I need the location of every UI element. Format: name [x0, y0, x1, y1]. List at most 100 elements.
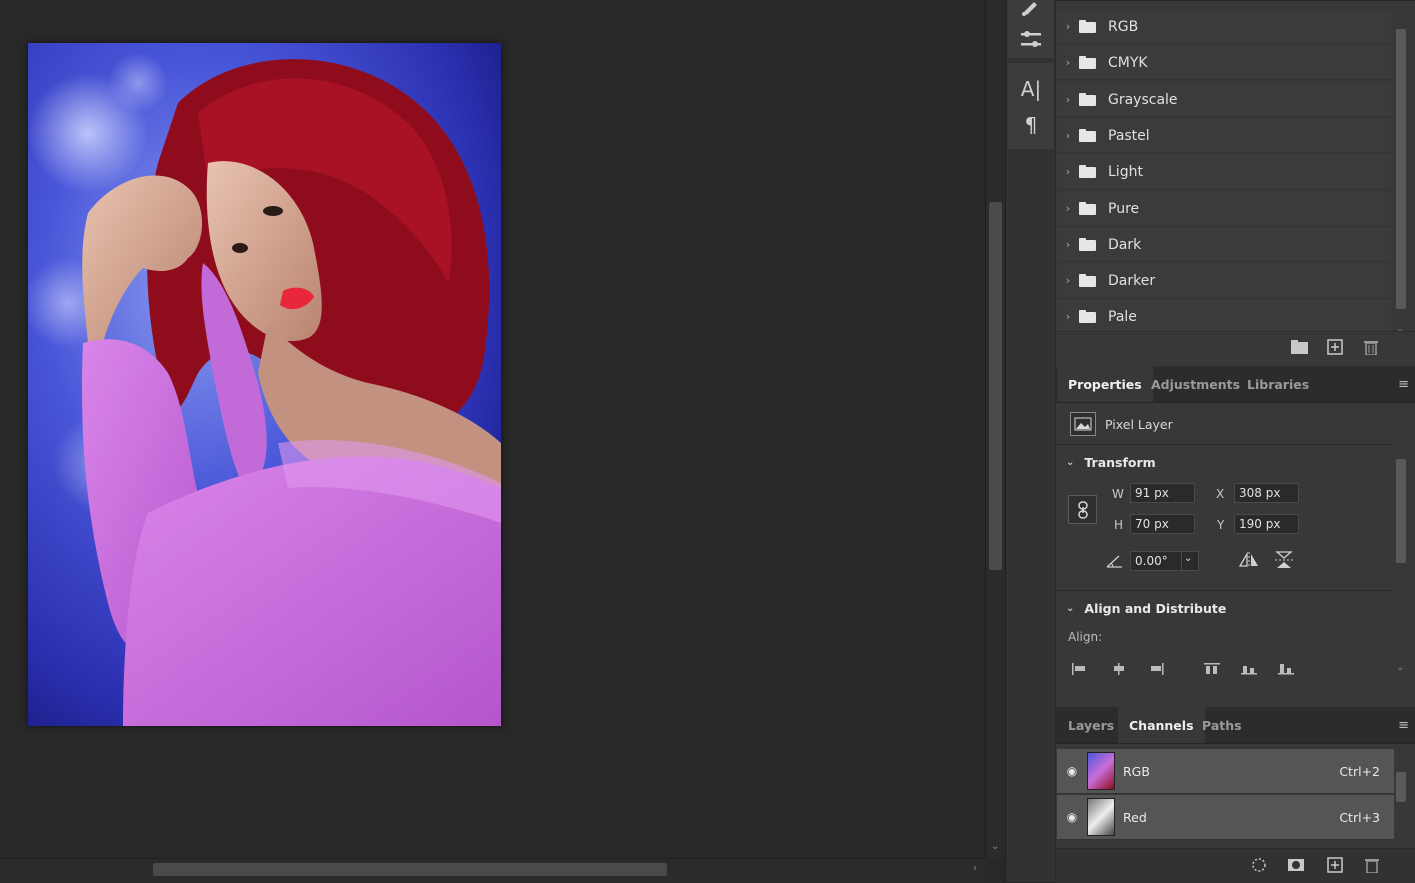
- folder-icon: [1079, 202, 1096, 215]
- swatch-group-row[interactable]: › Grayscale: [1057, 83, 1391, 117]
- swatch-group-label: Light: [1108, 163, 1143, 180]
- align-left-edges-icon[interactable]: [1072, 660, 1086, 679]
- link-dimensions-button[interactable]: [1068, 495, 1097, 524]
- vertical-scroll-thumb[interactable]: [989, 202, 1002, 570]
- flip-horizontal-icon[interactable]: [1238, 551, 1260, 572]
- tool-group-1: [1008, 0, 1054, 58]
- swatch-group-row[interactable]: › CMYK: [1057, 46, 1391, 80]
- swatches-footer: [1056, 331, 1415, 367]
- chevron-right-icon[interactable]: ›: [1057, 20, 1079, 33]
- new-group-folder-icon[interactable]: [1291, 340, 1308, 358]
- angle-field[interactable]: 0.00°: [1130, 551, 1182, 571]
- height-field[interactable]: 70 px: [1130, 514, 1195, 534]
- tab-libraries[interactable]: Libraries: [1236, 366, 1320, 402]
- visibility-eye-icon[interactable]: ◉: [1057, 810, 1087, 824]
- load-selection-icon[interactable]: [1251, 857, 1267, 877]
- flip-vertical-icon[interactable]: [1275, 550, 1293, 574]
- scroll-down-icon[interactable]: ⌄: [991, 841, 999, 852]
- delete-channel-icon[interactable]: [1365, 857, 1379, 877]
- swatch-group-row[interactable]: › Pastel: [1057, 119, 1391, 153]
- chevron-right-icon[interactable]: ›: [1057, 129, 1079, 142]
- paragraph-icon[interactable]: ¶: [1008, 109, 1054, 141]
- chevron-right-icon[interactable]: ›: [1057, 202, 1079, 215]
- properties-scroll-thumb[interactable]: [1396, 459, 1406, 563]
- y-position-field[interactable]: 190 px: [1234, 514, 1299, 534]
- align-right-edges-icon[interactable]: [1150, 660, 1164, 679]
- panel-tool-strip: A| ¶: [1005, 0, 1055, 882]
- angle-dropdown-icon[interactable]: ⌄: [1181, 551, 1199, 571]
- swatch-group-label: Pale: [1108, 308, 1137, 325]
- chevron-right-icon[interactable]: ›: [1057, 274, 1079, 287]
- brush-settings-icon[interactable]: [1008, 0, 1054, 24]
- align-horizontal-centers-icon[interactable]: [1112, 660, 1126, 679]
- chevron-right-icon[interactable]: ›: [1057, 238, 1079, 251]
- folder-icon: [1079, 56, 1096, 69]
- swatch-group-row[interactable]: › Pure: [1057, 192, 1391, 226]
- channels-scrollbar[interactable]: [1394, 752, 1408, 844]
- swatches-scroll-thumb[interactable]: [1396, 29, 1406, 309]
- scroll-right-icon[interactable]: ›: [973, 863, 977, 874]
- horizontal-scroll-thumb[interactable]: [153, 863, 667, 876]
- new-swatch-icon[interactable]: [1327, 339, 1343, 359]
- channel-shortcut: Ctrl+2: [1339, 763, 1380, 779]
- chevron-right-icon[interactable]: ›: [1057, 56, 1079, 69]
- pixel-layer-icon: [1070, 412, 1096, 436]
- vertical-scrollbar[interactable]: ⌄: [985, 0, 1005, 858]
- chevron-right-icon[interactable]: ›: [1057, 93, 1079, 106]
- swatch-group-row[interactable]: › Light: [1057, 155, 1391, 189]
- swatch-group-row[interactable]: › Darker: [1057, 264, 1391, 298]
- x-position-field[interactable]: 308 px: [1234, 483, 1299, 503]
- panel-menu-icon[interactable]: ≡: [1398, 377, 1409, 392]
- swatches-scrollbar[interactable]: ⌄: [1394, 11, 1408, 335]
- layer-kind-label: Pixel Layer: [1105, 417, 1173, 432]
- align-label: Align:: [1068, 630, 1103, 644]
- visibility-eye-icon[interactable]: ◉: [1057, 764, 1087, 778]
- tool-group-2: A| ¶: [1008, 63, 1054, 149]
- channel-row-rgb[interactable]: ◉ RGB Ctrl+2: [1057, 749, 1394, 794]
- width-field[interactable]: 91 px: [1130, 483, 1195, 503]
- swatches-panel: › RGB › CMYK › Grayscale › Pastel › Light › Pure › Da…: [1056, 0, 1415, 366]
- swatch-group-label: Pastel: [1108, 127, 1150, 144]
- channel-row-red[interactable]: ◉ Red Ctrl+3: [1057, 795, 1394, 840]
- channels-menu-icon[interactable]: ≡: [1398, 718, 1409, 733]
- channels-scroll-thumb[interactable]: [1396, 772, 1406, 802]
- tab-properties[interactable]: Properties: [1057, 366, 1153, 402]
- chain-link-icon: [1077, 500, 1088, 519]
- swatch-group-row[interactable]: › RGB: [1057, 10, 1391, 44]
- folder-icon: [1079, 93, 1096, 106]
- tab-paths[interactable]: Paths: [1191, 707, 1253, 743]
- tab-adjustments[interactable]: Adjustments: [1140, 366, 1251, 402]
- align-section-header[interactable]: ⌄ Align and Distribute: [1066, 601, 1226, 616]
- folder-icon: [1079, 165, 1096, 178]
- chevron-down-icon[interactable]: ⌄: [1066, 457, 1074, 468]
- folder-icon: [1079, 274, 1096, 287]
- portrait-illustration: [28, 43, 501, 726]
- new-channel-icon[interactable]: [1327, 857, 1343, 877]
- align-top-edges-icon[interactable]: [1204, 660, 1220, 679]
- swatch-group-label: CMYK: [1108, 54, 1148, 71]
- properties-scroll-down-icon[interactable]: ⌄: [1396, 662, 1404, 673]
- document-canvas[interactable]: [0, 0, 985, 858]
- chevron-right-icon[interactable]: ›: [1057, 165, 1079, 178]
- save-selection-icon[interactable]: [1287, 857, 1305, 877]
- folder-icon: [1079, 20, 1096, 33]
- tab-layers[interactable]: Layers: [1057, 707, 1125, 743]
- channel-thumbnail: [1087, 798, 1115, 836]
- angle-icon: [1106, 553, 1124, 572]
- channels-footer: [1056, 848, 1415, 883]
- horizontal-scrollbar[interactable]: ›: [0, 858, 985, 882]
- align-bottom-edges-icon[interactable]: [1278, 660, 1294, 679]
- swatch-group-row[interactable]: › Dark: [1057, 228, 1391, 262]
- chevron-right-icon[interactable]: ›: [1057, 310, 1079, 323]
- swatch-group-label: Darker: [1108, 272, 1156, 289]
- delete-swatch-icon[interactable]: [1364, 339, 1378, 359]
- character-icon[interactable]: A|: [1008, 73, 1054, 105]
- swatch-group-row[interactable]: › Pale: [1057, 300, 1391, 334]
- transform-section-header[interactable]: ⌄ Transform: [1066, 455, 1156, 470]
- align-vertical-centers-icon[interactable]: [1241, 660, 1257, 679]
- portrait-image[interactable]: [28, 43, 501, 726]
- properties-scrollbar[interactable]: ⌄: [1394, 445, 1408, 673]
- chevron-down-icon[interactable]: ⌄: [1066, 603, 1074, 614]
- folder-icon: [1079, 310, 1096, 323]
- adjustments-icon[interactable]: [1008, 24, 1054, 56]
